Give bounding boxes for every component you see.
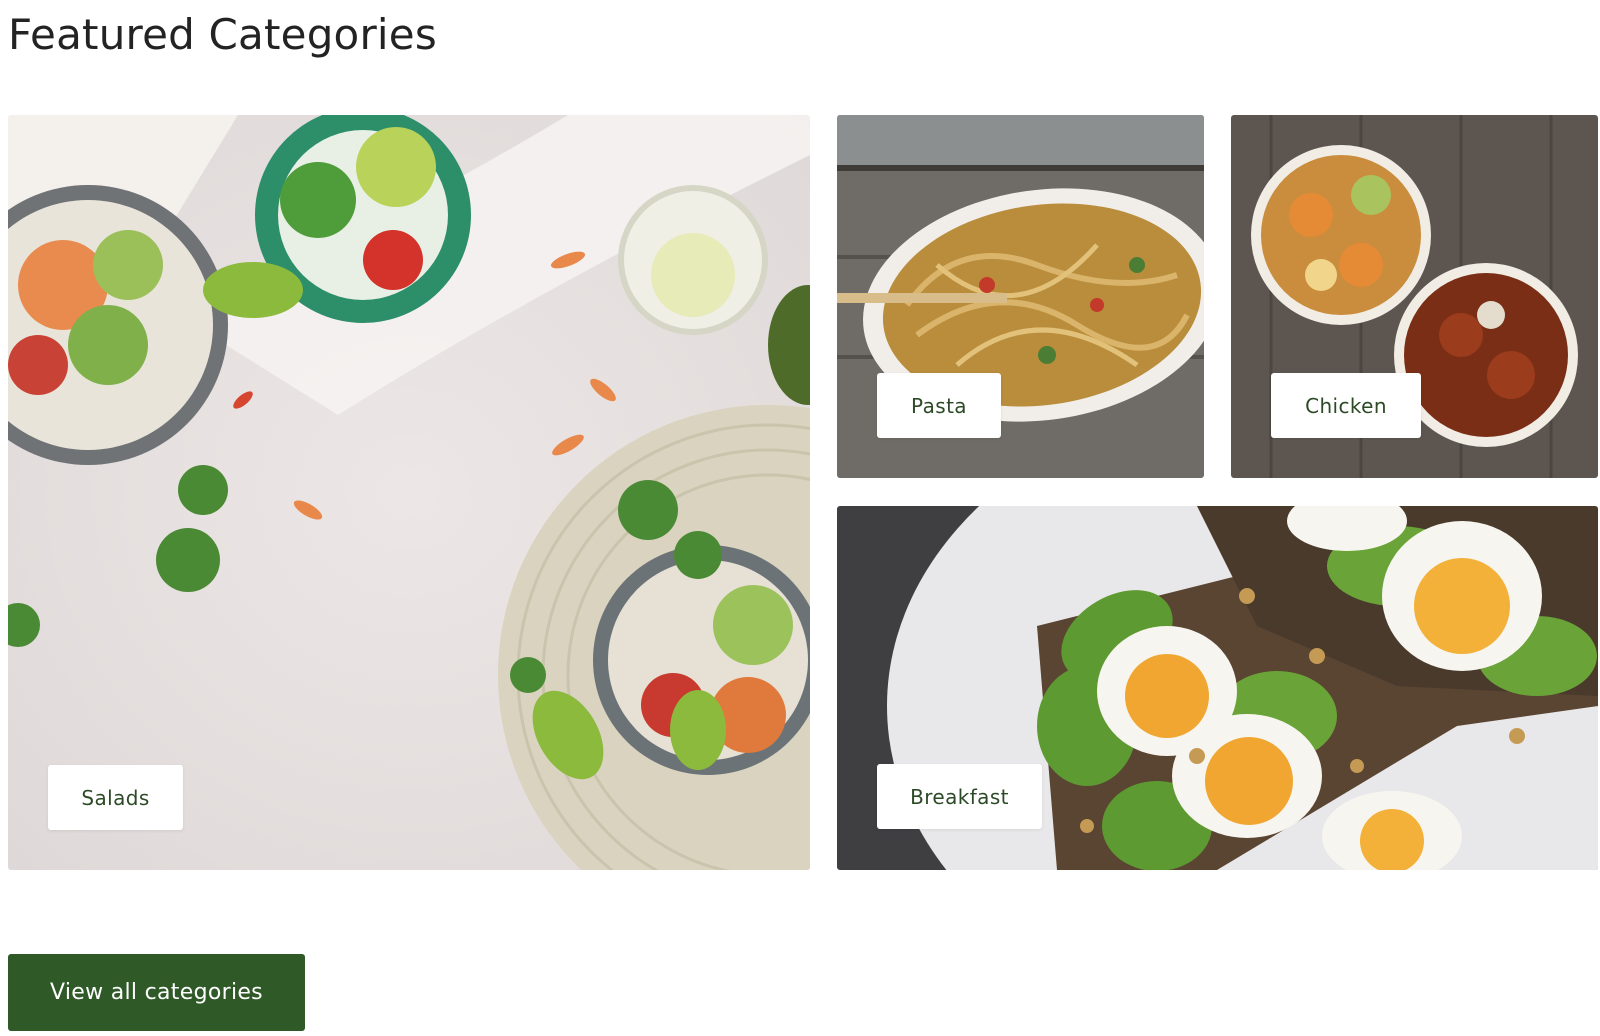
section-title: Featured Categories bbox=[8, 10, 437, 59]
category-card-breakfast[interactable]: Breakfast bbox=[837, 506, 1598, 870]
category-card-pasta[interactable]: Pasta bbox=[837, 115, 1204, 478]
category-card-chicken[interactable]: Chicken bbox=[1231, 115, 1598, 478]
view-all-categories-button[interactable]: View all categories bbox=[8, 954, 305, 1031]
category-label-breakfast[interactable]: Breakfast bbox=[877, 764, 1042, 829]
category-card-salads[interactable]: Salads bbox=[8, 115, 810, 870]
salad-bowls-photo bbox=[8, 115, 810, 870]
category-label-salads[interactable]: Salads bbox=[48, 765, 183, 830]
category-label-pasta[interactable]: Pasta bbox=[877, 373, 1001, 438]
category-label-chicken[interactable]: Chicken bbox=[1271, 373, 1421, 438]
